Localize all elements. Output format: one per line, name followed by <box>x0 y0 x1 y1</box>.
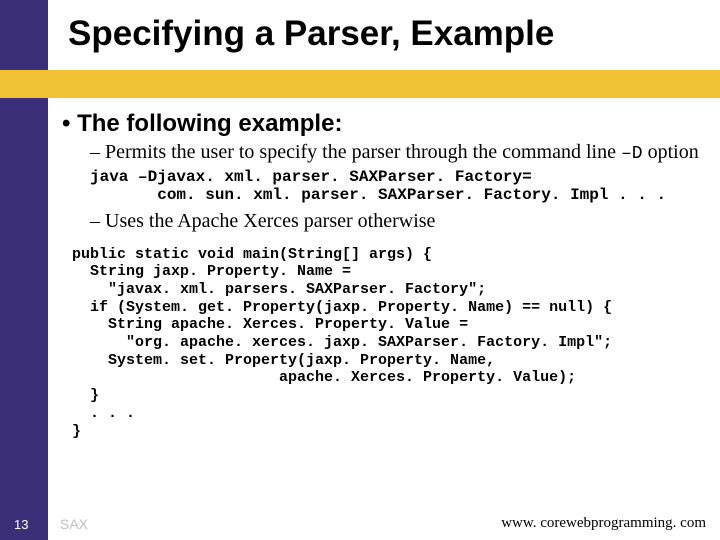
slide-footer: 13 SAX www. corewebprogramming. com <box>0 508 720 532</box>
slide-body: The following example: Permits the user … <box>62 110 702 440</box>
code-block-cmdline: java –Djavax. xml. parser. SAXParser. Fa… <box>90 168 702 205</box>
slide-title: Specifying a Parser, Example <box>68 14 554 54</box>
bullet-l2a-text-pre: Permits the user to specify the parser t… <box>105 141 621 163</box>
bullet-l2a-text-post: option <box>643 141 699 163</box>
page-number: 13 <box>14 517 28 532</box>
bullet-level1: The following example: <box>62 110 702 138</box>
footer-url: www. corewebprogramming. com <box>501 515 706 532</box>
footer-left-label: SAX <box>60 516 88 532</box>
bullet-level2-b: Uses the Apache Xerces parser otherwise <box>90 211 702 232</box>
bullet-level2-a: Permits the user to specify the parser t… <box>90 142 702 164</box>
title-underline-band <box>0 70 720 98</box>
inline-code-d-option: –D <box>621 144 643 164</box>
code-block-main: public static void main(String[] args) {… <box>72 246 702 441</box>
